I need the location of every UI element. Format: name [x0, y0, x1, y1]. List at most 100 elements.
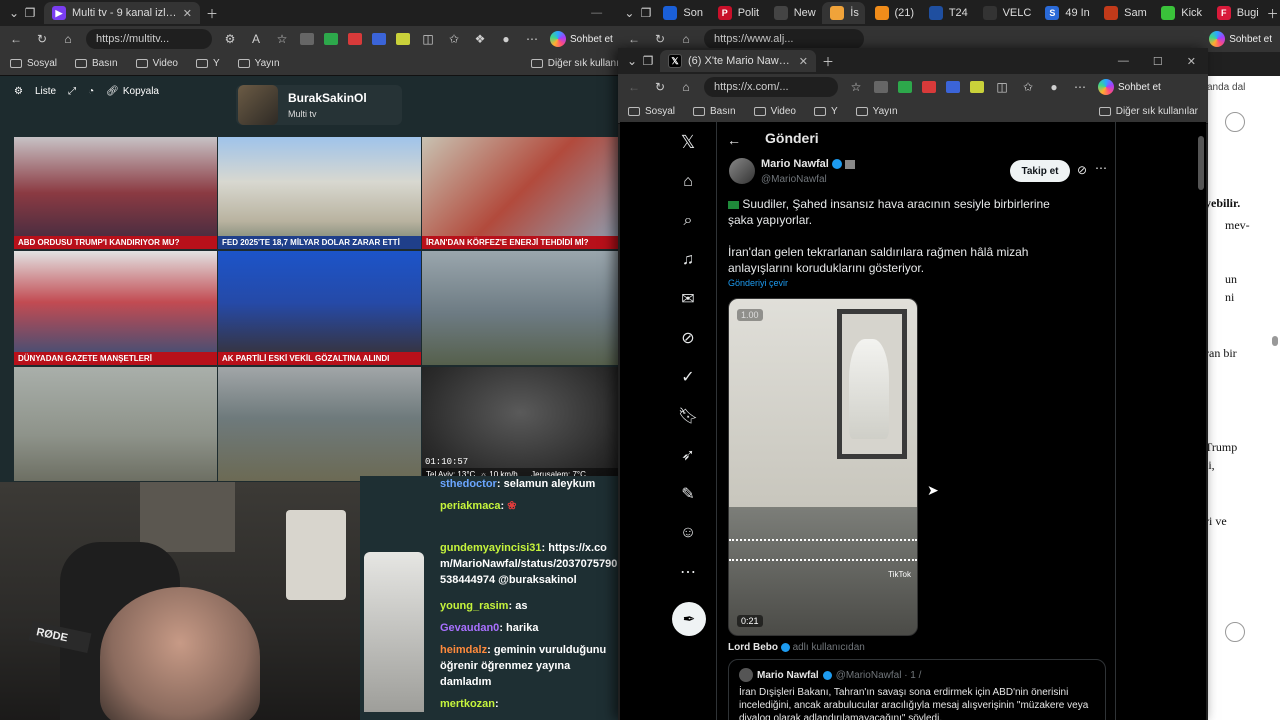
timer-button[interactable]: ◔ — [88, 86, 94, 97]
quoted-post[interactable]: Mario Nawfal @MarioNawfal · 1 / İran Dış… — [728, 659, 1106, 720]
video-speed[interactable]: 1.00 — [737, 309, 763, 321]
new-tab-icon[interactable]: ＋ — [204, 5, 220, 21]
video-tile[interactable]: ABD ORDUSU TRUMP'I KANDIRIYOR MU? — [14, 137, 217, 249]
author-handle[interactable]: @MarioNawfal — [761, 174, 827, 185]
home-icon[interactable]: ⌂ — [678, 172, 698, 192]
bookmark-folder[interactable]: Sosyal — [628, 106, 675, 117]
other-bookmarks[interactable]: Diğer sık kullanılar — [530, 58, 630, 69]
tab-actions-icon[interactable]: ⌄ — [622, 5, 637, 21]
background-tab[interactable]: İs — [822, 2, 865, 24]
scrollbar-thumb[interactable] — [1198, 136, 1204, 190]
background-tab[interactable]: S 49 In — [1037, 2, 1094, 24]
background-tab[interactable]: New — [766, 2, 821, 24]
close-tab-icon[interactable]: ✕ — [799, 55, 808, 68]
tab-multitv[interactable]: ▶ Multi tv - 9 kanal izleniyor ✕ — [44, 2, 200, 24]
extension-icon[interactable] — [946, 81, 960, 93]
tab-actions-icon[interactable]: ⌄ — [6, 5, 22, 21]
workspaces-icon[interactable]: ❐ — [640, 53, 656, 69]
extension-icon[interactable] — [898, 81, 912, 93]
more-icon[interactable]: ⋯ — [524, 31, 540, 47]
video-tile[interactable] — [14, 367, 217, 481]
favorites-icon[interactable]: ✩ — [1020, 79, 1036, 95]
read-aloud-icon[interactable]: A — [248, 31, 264, 47]
profile-icon[interactable]: ● — [498, 31, 514, 47]
share-icon[interactable] — [1225, 112, 1245, 132]
bookmark-folder[interactable]: Sosyal — [10, 58, 57, 69]
home-icon[interactable]: ⌂ — [60, 31, 76, 47]
copilot-button[interactable]: Sohbet et — [1098, 79, 1161, 95]
background-tab[interactable]: VELC — [975, 2, 1036, 24]
extension-icon[interactable] — [324, 33, 338, 45]
more-circle-icon[interactable]: ⋯ — [678, 562, 698, 582]
channel-card[interactable]: BurakSakinOl Multi tv — [236, 85, 402, 125]
favorites-icon[interactable]: ✩ — [446, 31, 462, 47]
maximize-icon[interactable]: ☐ — [1153, 55, 1163, 68]
refresh-icon[interactable]: ↻ — [652, 31, 668, 47]
video-tile[interactable]: DÜNYADAN GAZETE MANŞETLERİ — [14, 251, 217, 365]
home-icon[interactable]: ⌂ — [678, 79, 694, 95]
reply-user[interactable]: Lord Bebo — [728, 642, 778, 653]
site-settings-icon[interactable]: ⚙ — [222, 31, 238, 47]
background-tab[interactable]: Son — [655, 2, 707, 24]
list-button[interactable]: Liste — [35, 86, 56, 97]
refresh-icon[interactable]: ↻ — [652, 79, 668, 95]
rocket-icon[interactable]: ➶ — [678, 445, 698, 465]
background-tab[interactable]: (21) — [867, 2, 919, 24]
background-tab[interactable]: P Polit — [710, 2, 764, 24]
video-tile[interactable]: FED 2025'TE 18,7 MİLYAR DOLAR ZARAR ETTİ — [218, 137, 421, 249]
chat-username[interactable]: young_rasim — [440, 600, 508, 612]
share-icon[interactable] — [1225, 622, 1245, 642]
settings-button[interactable]: ⚙ — [14, 86, 23, 97]
extension-icon[interactable] — [874, 81, 888, 93]
favorite-star-icon[interactable]: ☆ — [274, 31, 290, 47]
bookmark-folder[interactable]: Yayın — [855, 106, 898, 117]
bookmark-folder[interactable]: Basın — [693, 106, 736, 117]
new-tab-icon[interactable]: ＋ — [820, 53, 836, 69]
favorite-star-icon[interactable]: ☆ — [848, 79, 864, 95]
video-tile[interactable]: İRAN'DAN KÖRFEZ'E ENERJİ TEHDİDİ Mİ? — [422, 137, 618, 249]
author-avatar[interactable] — [729, 158, 755, 184]
x-logo-icon[interactable]: 𝕏 — [678, 132, 698, 152]
extension-icon[interactable] — [922, 81, 936, 93]
bookmark-folder[interactable]: Y — [196, 58, 220, 69]
fullscreen-button[interactable]: ⤢ — [68, 86, 76, 97]
verified-icon[interactable]: ✓ — [678, 367, 698, 387]
video-tile[interactable]: Tel Aviv: 13°C, ☼ 10 km/h, ... Jerusalem… — [422, 367, 618, 481]
more-icon[interactable]: ⋯ — [1072, 79, 1088, 95]
messages-icon[interactable]: ✉ — [678, 289, 698, 309]
minimize-icon[interactable]: — — [1118, 55, 1129, 68]
author-name[interactable]: Mario Nawfal — [761, 158, 855, 170]
video-tile[interactable] — [422, 251, 618, 365]
profile-icon[interactable]: ● — [1046, 79, 1062, 95]
chat-username[interactable]: Gevaudan0 — [440, 622, 499, 634]
scrollbar-thumb[interactable] — [1272, 336, 1278, 346]
back-icon[interactable]: ← — [626, 31, 642, 47]
post-more-icon[interactable]: ⋯ — [1095, 161, 1107, 175]
chat-username[interactable]: gundemyayincisi31 — [440, 542, 542, 554]
bookmark-folder[interactable]: Video — [753, 106, 796, 117]
copilot-button[interactable]: Sohbet et — [550, 31, 613, 47]
other-bookmarks[interactable]: Diğer sık kullanılar — [1098, 106, 1198, 117]
tab-actions-icon[interactable]: ⌄ — [624, 53, 640, 69]
split-screen-icon[interactable]: ◫ — [994, 79, 1010, 95]
collections-icon[interactable]: ❖ — [472, 31, 488, 47]
articles-icon[interactable]: ✎ — [678, 484, 698, 504]
home-icon[interactable]: ⌂ — [678, 31, 694, 47]
workspaces-icon[interactable]: ❐ — [639, 5, 654, 21]
tab-x-post[interactable]: 𝕏 (6) X'te Mario Nawfal: "sa Suudiler...… — [660, 50, 816, 72]
translate-link[interactable]: Gönderiyi çevir — [728, 278, 788, 288]
bookmark-folder[interactable]: Yayın — [237, 58, 280, 69]
background-tab[interactable]: T24 — [921, 2, 973, 24]
extension-icon[interactable] — [300, 33, 314, 45]
notifications-bell-icon[interactable]: ♫ — [678, 250, 698, 270]
address-bar[interactable]: https://www.alj... — [704, 29, 864, 49]
chat-username[interactable]: periakmaca — [440, 500, 501, 512]
background-tab[interactable]: F Bugi — [1209, 2, 1264, 24]
back-arrow-icon[interactable]: ← — [727, 132, 741, 148]
refresh-icon[interactable]: ↻ — [34, 31, 50, 47]
video-tile[interactable] — [218, 367, 421, 481]
bookmark-folder[interactable]: Y — [814, 106, 838, 117]
extension-icon[interactable] — [970, 81, 984, 93]
bookmark-folder[interactable]: Video — [135, 58, 178, 69]
chat-username[interactable]: sthedoctor — [440, 478, 497, 490]
